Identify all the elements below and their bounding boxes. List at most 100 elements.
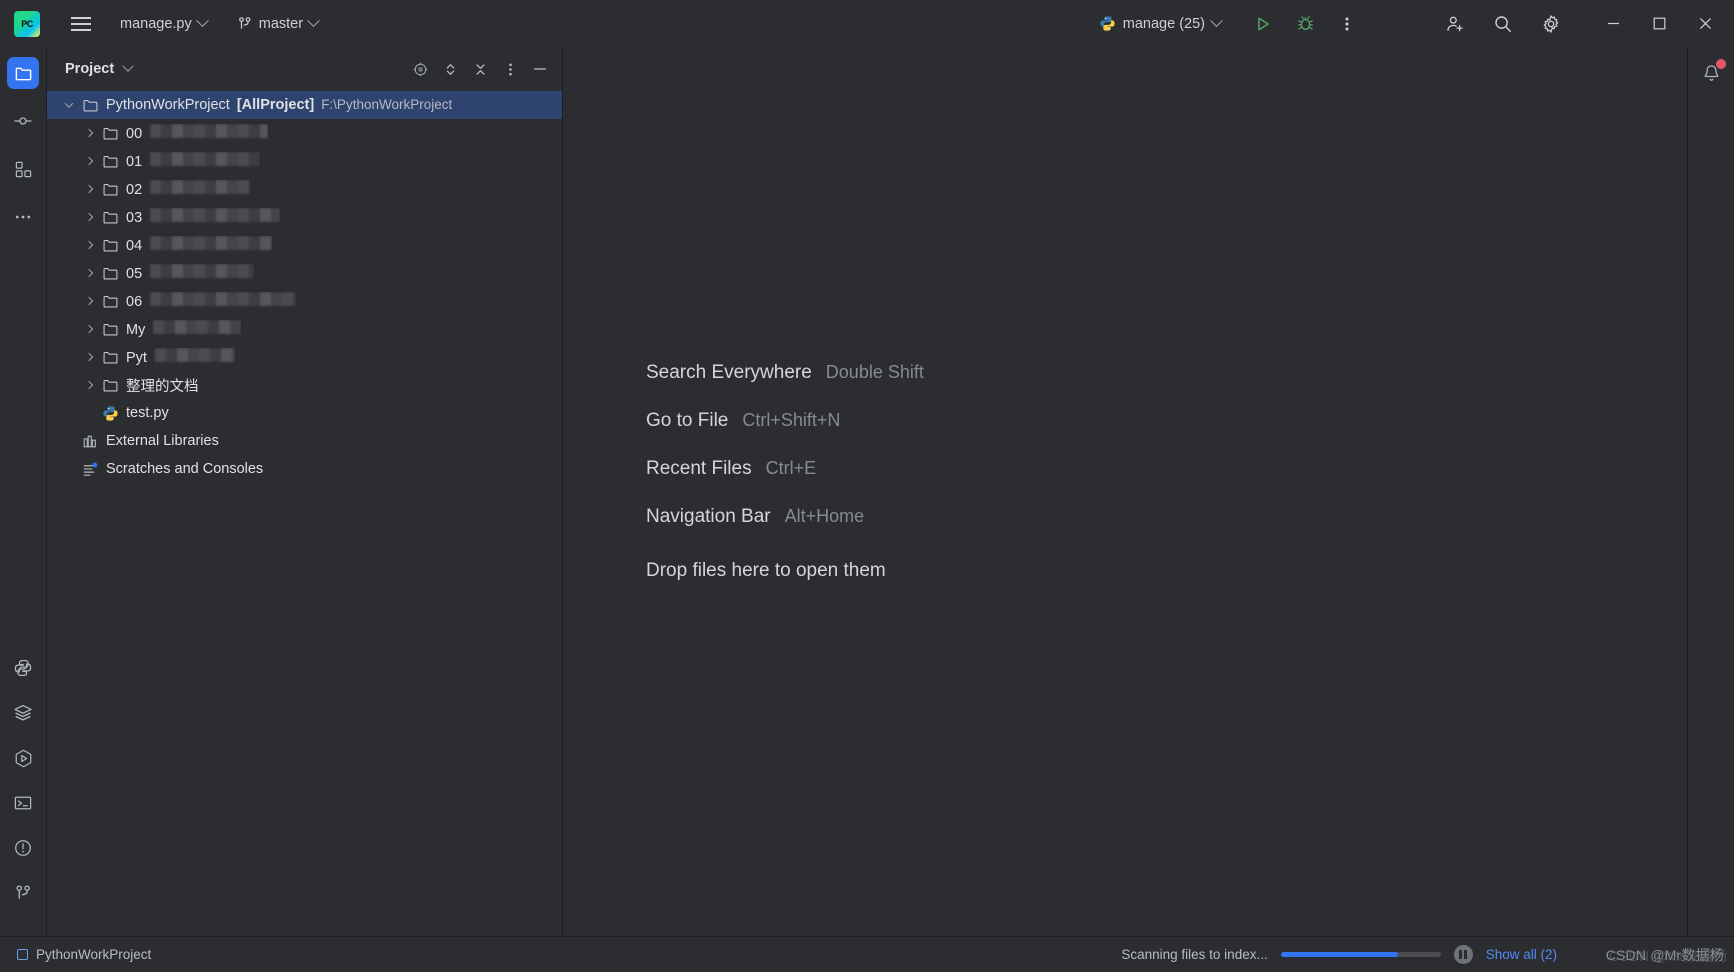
close-button[interactable] xyxy=(1682,1,1728,47)
settings-button[interactable] xyxy=(1534,7,1568,41)
tree-row[interactable]: 01 xyxy=(47,147,562,175)
chevron-down-icon xyxy=(1210,14,1223,28)
minimize-button[interactable] xyxy=(1590,1,1636,47)
tree-row[interactable]: 00 xyxy=(47,119,562,147)
chevron-down-icon[interactable] xyxy=(122,60,134,72)
pause-indexing-button[interactable] xyxy=(1453,945,1473,964)
tree-node-name: PythonWorkProject xyxy=(106,97,230,113)
branch-selector[interactable]: master xyxy=(229,9,326,39)
shortcut-keys: Alt+Home xyxy=(784,506,865,526)
chevron-right-icon[interactable] xyxy=(79,296,99,306)
run-button[interactable] xyxy=(1246,7,1280,41)
code-with-me-button[interactable] xyxy=(1438,7,1472,41)
sidebar-item-version-control[interactable] xyxy=(7,877,39,909)
folder-icon xyxy=(102,265,119,282)
show-all-background-tasks-link[interactable]: Show all (2) xyxy=(1486,947,1557,962)
sidebar-item-terminal[interactable] xyxy=(7,787,39,819)
git-branch-icon xyxy=(237,16,253,32)
indexing-progress-bar xyxy=(1280,952,1441,957)
chevron-right-icon[interactable] xyxy=(79,268,99,278)
status-right-group: Scanning files to index... Show all (2) xyxy=(1121,945,1720,964)
sidebar-item-python-console[interactable] xyxy=(7,652,39,684)
tree-node-icon xyxy=(99,125,121,142)
tree-row[interactable]: Scratches and Consoles xyxy=(47,455,562,483)
tree-row[interactable]: 04 xyxy=(47,231,562,259)
chevron-down-icon[interactable] xyxy=(59,99,79,108)
main-body: Project PythonWorkProject [AllProject] F… xyxy=(0,48,1734,936)
shortcut-keys: Ctrl+Shift+N xyxy=(742,410,841,430)
collapse-all-button[interactable] xyxy=(466,55,494,83)
sidebar-item-more[interactable] xyxy=(7,201,39,233)
tree-node-label: 04 xyxy=(126,236,273,254)
shortcut-keys: Double Shift xyxy=(825,362,924,382)
search-everywhere-button[interactable] xyxy=(1486,7,1520,41)
tree-node-icon xyxy=(99,153,121,170)
project-panel-title: Project xyxy=(65,61,115,77)
tree-row[interactable]: 整理的文档 xyxy=(47,371,562,399)
redacted-name xyxy=(153,320,242,334)
tree-row[interactable]: 06 xyxy=(47,287,562,315)
tree-node-name: 01 xyxy=(126,154,143,170)
folder-icon xyxy=(102,153,119,170)
folder-icon xyxy=(102,377,119,394)
tree-node-name: 05 xyxy=(126,266,143,282)
maximize-button[interactable] xyxy=(1636,1,1682,47)
tree-node-label: 00 xyxy=(126,124,269,142)
sidebar-item-structure[interactable] xyxy=(7,153,39,185)
main-menu-button[interactable] xyxy=(64,7,98,41)
tree-node-icon xyxy=(99,321,121,338)
project-tree[interactable]: PythonWorkProject [AllProject] F:\PythonWo… xyxy=(47,90,562,936)
tree-row[interactable]: My xyxy=(47,315,562,343)
tree-row[interactable]: External Libraries xyxy=(47,427,562,455)
tree-row[interactable]: Pyt xyxy=(47,343,562,371)
tree-row[interactable]: PythonWorkProject [AllProject] F:\PythonWo… xyxy=(47,91,562,119)
sidebar-item-run[interactable] xyxy=(7,742,39,774)
chevron-right-icon[interactable] xyxy=(79,128,99,138)
folder-icon xyxy=(102,293,119,310)
tree-node-label: 05 xyxy=(126,264,255,282)
run-configuration-selector[interactable]: manage (25) xyxy=(1090,9,1230,39)
run-configuration-label: manage (25) xyxy=(1122,15,1205,32)
sidebar-item-commit[interactable] xyxy=(7,105,39,137)
chevron-right-icon[interactable] xyxy=(79,156,99,166)
sidebar-item-problems[interactable] xyxy=(7,832,39,864)
indexing-status-text: Scanning files to index... xyxy=(1121,947,1268,962)
pycharm-logo-icon xyxy=(14,10,40,37)
expand-collapse-button[interactable] xyxy=(436,55,464,83)
drop-files-hint: Drop files here to open them xyxy=(646,560,886,581)
shortcut-row: Search Everywhere Double Shift xyxy=(646,362,1687,384)
chevron-right-icon[interactable] xyxy=(79,352,99,362)
tree-node-label: My xyxy=(126,320,242,338)
tree-node-icon xyxy=(99,209,121,226)
more-actions-button[interactable] xyxy=(1330,7,1364,41)
tree-row[interactable]: test.py xyxy=(47,399,562,427)
folder-icon xyxy=(102,125,119,142)
chevron-right-icon[interactable] xyxy=(79,324,99,334)
notifications-button[interactable] xyxy=(1695,57,1727,89)
chevron-right-icon[interactable] xyxy=(79,240,99,250)
tree-node-label: Pyt xyxy=(126,348,235,366)
tree-row[interactable]: 02 xyxy=(47,175,562,203)
redacted-name xyxy=(150,264,255,278)
tree-node-name: 03 xyxy=(126,210,143,226)
tree-row[interactable]: 05 xyxy=(47,259,562,287)
tree-row[interactable]: 03 xyxy=(47,203,562,231)
tree-node-label: 01 xyxy=(126,152,261,170)
sidebar-item-database[interactable] xyxy=(7,697,39,729)
chevron-right-icon[interactable] xyxy=(79,212,99,222)
select-opened-file-button[interactable] xyxy=(406,55,434,83)
shortcut-row: Recent Files Ctrl+E xyxy=(646,458,1687,480)
tree-node-icon xyxy=(79,433,101,450)
chevron-right-icon[interactable] xyxy=(79,184,99,194)
chevron-right-icon[interactable] xyxy=(79,380,99,390)
external-libraries-icon xyxy=(82,433,99,450)
hide-panel-button[interactable] xyxy=(526,55,554,83)
project-file-selector[interactable]: manage.py xyxy=(112,9,215,39)
debug-button[interactable] xyxy=(1288,7,1322,41)
project-options-button[interactable] xyxy=(496,55,524,83)
tree-node-icon xyxy=(99,349,121,366)
scratches-icon xyxy=(82,461,99,478)
shortcut-row: Go to File Ctrl+Shift+N xyxy=(646,410,1687,432)
sidebar-item-project[interactable] xyxy=(7,57,39,89)
status-project-widget[interactable]: PythonWorkProject xyxy=(12,944,156,965)
